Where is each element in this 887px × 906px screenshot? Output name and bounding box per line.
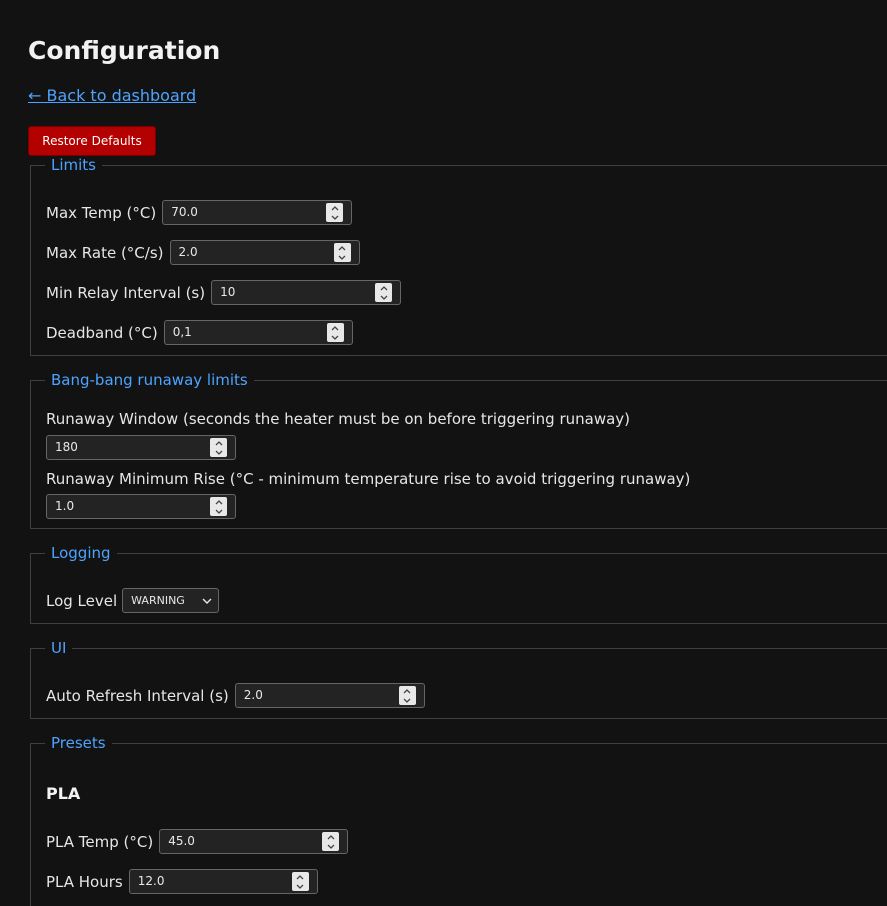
presets-section: Presets PLA PLA Temp (°C) 45.0 PLA Hours… [30, 734, 887, 906]
spin-down-icon[interactable] [214, 507, 224, 516]
max-rate-spinner[interactable] [333, 243, 351, 262]
spin-down-icon[interactable] [214, 448, 224, 457]
runaway-min-rise-label: Runaway Minimum Rise (°C - minimum tempe… [46, 470, 691, 488]
presets-legend: Presets [45, 734, 112, 752]
spin-up-icon[interactable] [402, 687, 412, 696]
refresh-input[interactable]: 2.0 [234, 683, 425, 708]
pla-hours-row: PLA Hours 12.0 [46, 869, 318, 894]
min-relay-label: Min Relay Interval (s) [46, 283, 206, 302]
pla-hours-spinner[interactable] [291, 872, 309, 891]
configuration-page: Configuration ← Back to dashboard Restor… [0, 0, 887, 906]
refresh-value: 2.0 [243, 688, 263, 702]
max-temp-row: Max Temp (°C) 70.0 [46, 200, 353, 225]
spin-up-icon[interactable] [214, 439, 224, 448]
log-level-row: Log Level WARNING [46, 588, 220, 613]
spin-down-icon[interactable] [402, 696, 412, 705]
refresh-row: Auto Refresh Interval (s) 2.0 [46, 683, 425, 708]
min-relay-value: 10 [220, 285, 236, 299]
restore-defaults-button[interactable]: Restore Defaults [28, 126, 156, 156]
spin-down-icon[interactable] [379, 293, 389, 302]
runaway-min-rise-input[interactable]: 1.0 [46, 494, 236, 519]
pla-temp-value: 45.0 [168, 834, 195, 848]
spin-up-icon[interactable] [330, 324, 340, 333]
runaway-min-rise-value: 1.0 [55, 499, 75, 513]
pla-hours-label: PLA Hours [46, 872, 123, 891]
runaway-min-rise-spinner[interactable] [210, 497, 227, 516]
runaway-legend: Bang-bang runaway limits [45, 371, 254, 389]
runaway-window-input[interactable]: 180 [46, 435, 236, 460]
runaway-window-spinner[interactable] [210, 438, 227, 457]
ui-legend: UI [45, 639, 73, 657]
pla-temp-spinner[interactable] [322, 832, 340, 851]
min-relay-spinner[interactable] [375, 283, 393, 302]
limits-section: Limits Max Temp (°C) 70.0 Max Rate (°C/s… [30, 156, 887, 356]
max-rate-input[interactable]: 2.0 [169, 240, 360, 265]
logging-legend: Logging [45, 544, 117, 562]
max-rate-label: Max Rate (°C/s) [46, 243, 164, 262]
deadband-input[interactable]: 0,1 [163, 320, 353, 345]
page-title: Configuration [28, 36, 221, 65]
ui-section: UI Auto Refresh Interval (s) 2.0 [30, 639, 887, 719]
max-rate-row: Max Rate (°C/s) 2.0 [46, 240, 360, 265]
spin-up-icon[interactable] [214, 498, 224, 507]
pla-temp-input[interactable]: 45.0 [159, 829, 349, 854]
log-level-value: WARNING [131, 594, 185, 607]
spin-up-icon[interactable] [330, 204, 340, 213]
pla-temp-row: PLA Temp (°C) 45.0 [46, 829, 349, 854]
chevron-down-icon [202, 598, 212, 604]
spin-down-icon[interactable] [330, 213, 340, 222]
spin-down-icon[interactable] [330, 333, 340, 342]
deadband-value: 0,1 [172, 325, 192, 339]
back-to-dashboard-link[interactable]: ← Back to dashboard [28, 86, 196, 105]
log-level-label: Log Level [46, 591, 118, 610]
logging-section: Logging Log Level WARNING [30, 544, 887, 624]
spin-up-icon[interactable] [326, 833, 336, 842]
deadband-label: Deadband (°C) [46, 323, 158, 342]
limits-legend: Limits [45, 156, 102, 174]
spin-up-icon[interactable] [337, 244, 347, 253]
refresh-spinner[interactable] [398, 686, 416, 705]
pla-temp-label: PLA Temp (°C) [46, 832, 154, 851]
runaway-window-value: 180 [55, 440, 78, 454]
max-temp-value: 70.0 [171, 205, 198, 219]
log-level-select[interactable]: WARNING [122, 588, 220, 613]
max-temp-label: Max Temp (°C) [46, 203, 157, 222]
refresh-label: Auto Refresh Interval (s) [46, 686, 229, 705]
spin-up-icon[interactable] [379, 284, 389, 293]
spin-down-icon[interactable] [337, 253, 347, 262]
runaway-section: Bang-bang runaway limits Runaway Window … [30, 371, 887, 529]
max-rate-value: 2.0 [178, 245, 198, 259]
spin-down-icon[interactable] [295, 882, 305, 891]
deadband-spinner[interactable] [326, 323, 344, 342]
pla-preset-title: PLA [46, 784, 81, 803]
deadband-row: Deadband (°C) 0,1 [46, 320, 353, 345]
runaway-window-label: Runaway Window (seconds the heater must … [46, 410, 631, 428]
min-relay-input[interactable]: 10 [211, 280, 402, 305]
max-temp-spinner[interactable] [326, 203, 344, 222]
pla-hours-value: 12.0 [137, 874, 165, 888]
spin-up-icon[interactable] [295, 873, 305, 882]
max-temp-input[interactable]: 70.0 [162, 200, 353, 225]
min-relay-row: Min Relay Interval (s) 10 [46, 280, 402, 305]
spin-down-icon[interactable] [326, 842, 336, 851]
pla-hours-input[interactable]: 12.0 [128, 869, 318, 894]
